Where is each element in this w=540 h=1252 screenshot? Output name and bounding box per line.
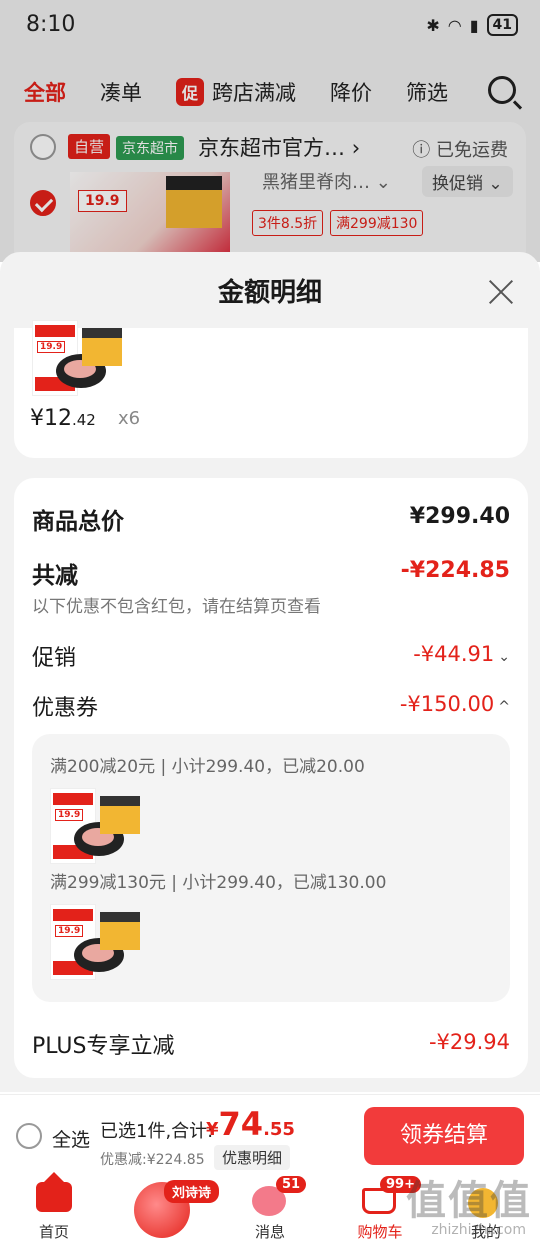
coupon-line-1: 满200减20元 | 小计299.40，已减20.00: [50, 757, 365, 777]
goods-total-value: ¥299.40: [409, 504, 510, 529]
dim-overlay[interactable]: [0, 0, 540, 262]
checkout-button[interactable]: 领券结算: [364, 1107, 524, 1165]
plus-discount-label: PLUS专享立减: [32, 1034, 175, 1059]
coupon-row[interactable]: -¥150.00 ^: [400, 692, 510, 716]
messages-badge: 51: [276, 1176, 307, 1193]
coupon-detail-panel: 满200减20元 | 小计299.40，已减20.00 19.9 满299减13…: [32, 734, 510, 1002]
amount-detail-sheet: 金额明细 19.9 ¥12.42 x6 商品总价 ¥299.40 共减 -¥22…: [0, 252, 540, 1092]
chevron-up-icon: ^: [498, 699, 510, 715]
plus-discount-value: -¥29.94: [428, 1030, 510, 1054]
coupon-label: 优惠券: [32, 696, 99, 721]
amount-breakdown-card: 商品总价 ¥299.40 共减 -¥224.85 以下优惠不包含红包，请在结算页…: [14, 478, 528, 1078]
coupon-thumb-price-2: 19.9: [55, 925, 84, 937]
total-dec: .55: [263, 1119, 295, 1140]
mini-thumb-price: 19.9: [37, 341, 66, 353]
sheet-title: 金额明细: [217, 278, 322, 308]
selected-summary: 已选1件,合计:: [100, 1121, 214, 1142]
close-icon[interactable]: [488, 278, 514, 304]
unit-price: ¥12.42: [30, 406, 96, 431]
tab-messages-label: 消息: [254, 1223, 285, 1241]
coupon-value: -¥150.00: [399, 692, 495, 716]
discount-total-value: -¥224.85: [400, 558, 510, 583]
coupon-product-thumbnail-2: 19.9: [50, 904, 142, 980]
coupon-product-thumbnail-1: 19.9: [50, 788, 142, 864]
product-summary-card: 19.9 ¥12.42 x6: [14, 320, 528, 458]
select-all-label[interactable]: 全选: [52, 1125, 90, 1152]
checkout-bar: 全选 已选1件,合计: ¥74.55 优惠减:¥224.85 优惠明细 领券结算: [0, 1094, 540, 1174]
coupon-line-2: 满299减130元 | 小计299.40，已减130.00: [50, 873, 387, 893]
coupon-thumb-price-1: 19.9: [55, 809, 84, 821]
watermark-url: zhizhizhi.com: [431, 1222, 526, 1238]
promo-row[interactable]: -¥44.91 ⌄: [413, 642, 510, 666]
unit-price-int: ¥12: [30, 406, 72, 431]
total-currency: ¥: [206, 1119, 219, 1140]
tab-home[interactable]: 首页: [14, 1172, 94, 1252]
select-all-checkbox[interactable]: [16, 1123, 42, 1149]
goods-total-label: 商品总价: [32, 509, 124, 535]
promo-label: 促销: [32, 646, 77, 671]
quantity: x6: [118, 408, 141, 429]
chevron-down-icon: ⌄: [498, 649, 510, 665]
product-mini-thumbnail: 19.9: [32, 320, 124, 396]
tab-home-label: 首页: [38, 1223, 69, 1241]
home-icon: [36, 1172, 72, 1212]
watermark-logo: 值值值: [406, 1178, 532, 1224]
discount-total-label: 共减: [32, 563, 78, 589]
promo-value: -¥44.91: [413, 642, 495, 666]
total-int: 74: [218, 1105, 264, 1143]
unit-price-dec: .42: [72, 411, 96, 429]
discount-detail-button[interactable]: 优惠明细: [214, 1145, 291, 1170]
saved-amount: 优惠减:¥224.85: [100, 1152, 205, 1168]
total-amount: ¥74.55: [206, 1105, 295, 1143]
mascot-tag: 刘诗诗: [164, 1180, 220, 1203]
discount-note: 以下优惠不包含红包，请在结算页查看: [32, 597, 321, 617]
